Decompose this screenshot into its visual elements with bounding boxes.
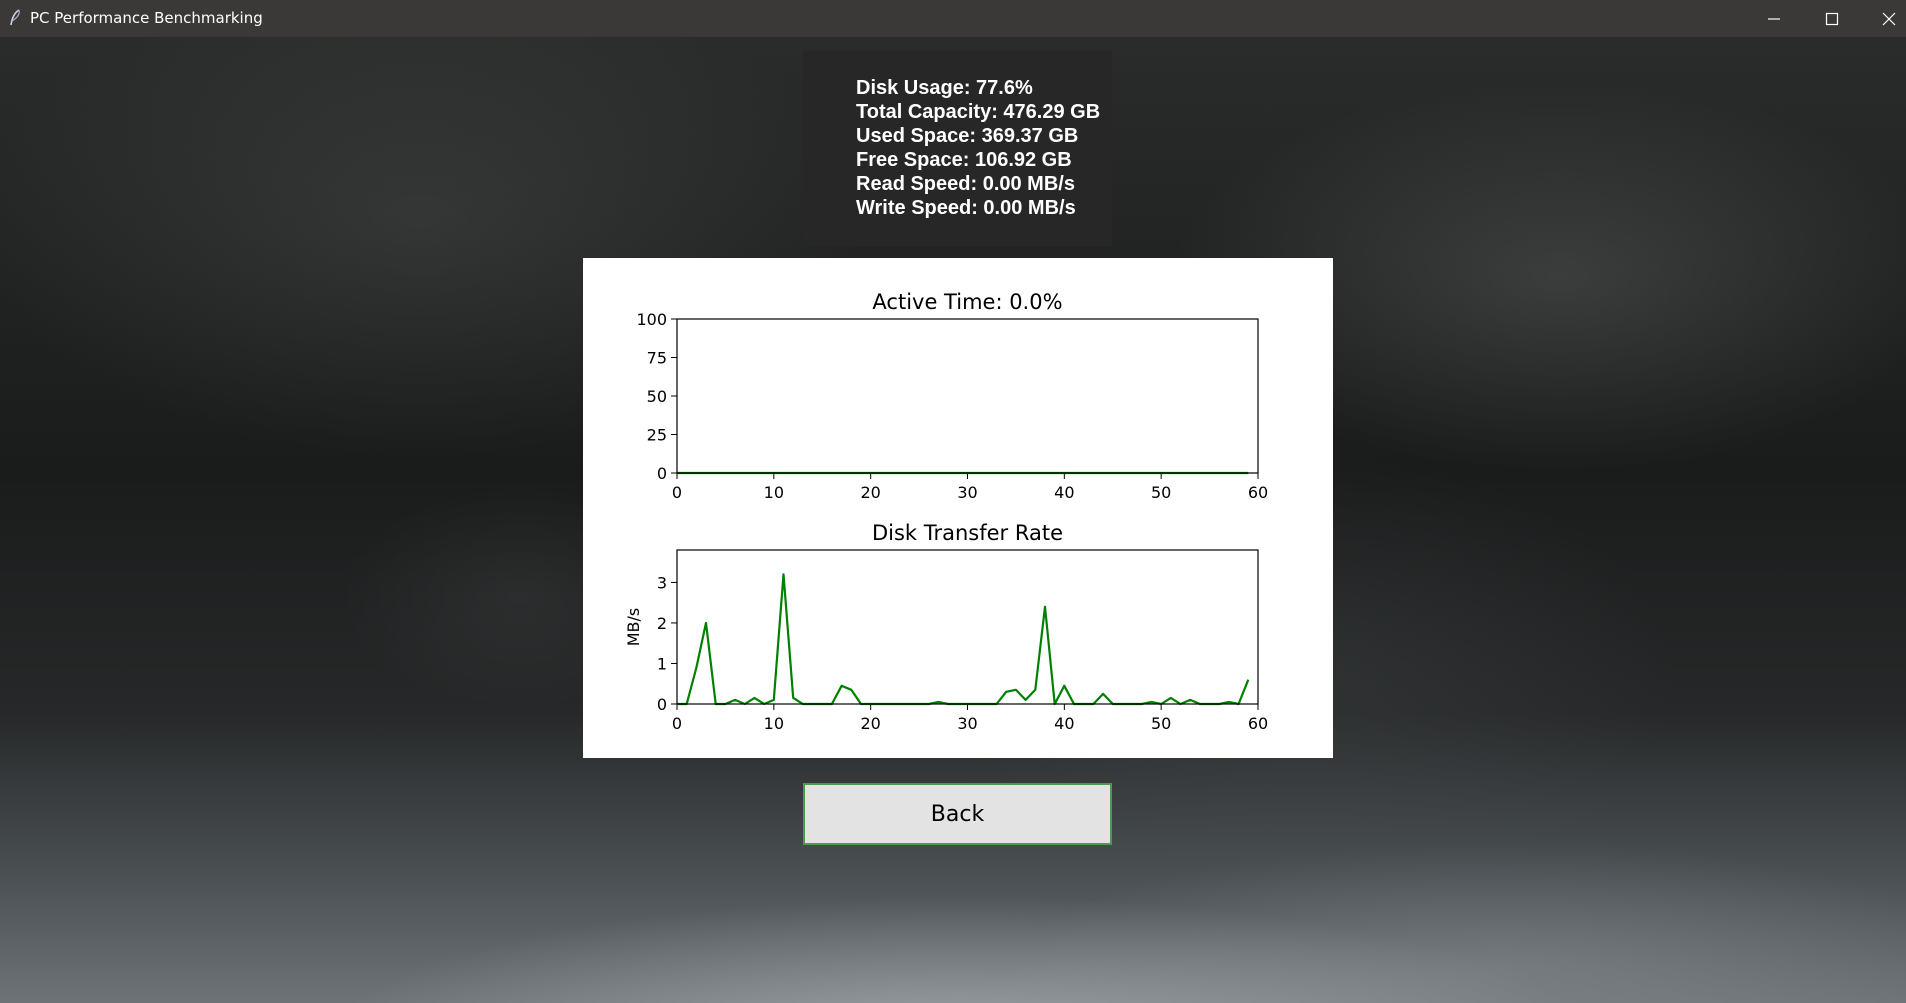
close-button[interactable]: [1860, 0, 1906, 37]
active-time-x-tick-label: 20: [860, 483, 880, 502]
minimize-button[interactable]: [1745, 0, 1803, 37]
active-time-y-tick-label: 25: [647, 426, 667, 445]
feather-icon: [10, 9, 20, 26]
active-time-chart-title: Active Time: 0.0%: [872, 290, 1062, 314]
active-time-y-tick-label: 0: [657, 464, 667, 483]
read-speed-text: Read Speed: 0.00 MB/s: [856, 173, 1075, 195]
transfer-rate-y-tick-label: 3: [657, 573, 667, 592]
active-time-x-tick-label: 60: [1248, 483, 1268, 502]
used-space-text: Used Space: 369.37 GB: [856, 125, 1079, 147]
active-time-plot-frame: [676, 318, 1259, 474]
transfer-rate-y-tick-label: 0: [657, 695, 667, 714]
back-button[interactable]: Back: [803, 783, 1112, 845]
close-icon: [1882, 12, 1896, 25]
active-time-y-tick-label: 100: [636, 310, 667, 329]
transfer-rate-x-tick-label: 40: [1054, 714, 1074, 733]
transfer-rate-y-tick-label: 1: [657, 654, 667, 673]
transfer-rate-x-tick-label: 10: [764, 714, 784, 733]
transfer-rate-y-tick-label: 2: [657, 614, 667, 633]
minimize-icon: [1768, 17, 1780, 20]
charts-panel: Active Time: 0.0% 0 10 20 30 40 50 60 0 25 50 75 100…: [583, 258, 1333, 758]
transfer-rate-plot-frame: [676, 549, 1259, 705]
write-speed-text: Write Speed: 0.00 MB/s: [856, 197, 1076, 219]
maximize-button[interactable]: [1803, 0, 1861, 37]
active-time-x-tick-label: 0: [672, 483, 682, 502]
transfer-rate-y-axis-label: MB/s: [624, 608, 643, 647]
window-title: PC Performance Benchmarking: [30, 9, 263, 27]
disk-info-panel: Disk Usage: 77.6% Total Capacity: 476.29…: [803, 51, 1112, 246]
active-time-y-tick-label: 50: [647, 387, 667, 406]
title-bar[interactable]: PC Performance Benchmarking: [0, 0, 1906, 37]
disk-usage-text: Disk Usage: 77.6%: [856, 77, 1033, 99]
transfer-rate-x-tick-label: 0: [672, 714, 682, 733]
transfer-rate-x-tick-label: 20: [860, 714, 880, 733]
charts-figure: Active Time: 0.0%0 10 20 30 40 50 600255075100…: [624, 290, 1268, 733]
transfer-rate-x-tick-label: 60: [1248, 714, 1268, 733]
active-time-y-tick-label: 75: [647, 349, 667, 368]
free-space-text: Free Space: 106.92 GB: [856, 149, 1072, 171]
active-time-x-tick-label: 10: [764, 483, 784, 502]
active-time-x-tick-label: 30: [957, 483, 977, 502]
total-capacity-text: Total Capacity: 476.29 GB: [856, 101, 1101, 123]
transfer-rate-x-tick-label: 50: [1151, 714, 1171, 733]
active-time-x-tick-label: 40: [1054, 483, 1074, 502]
app-window: PC Performance Benchmarking Disk Usage: …: [0, 0, 1906, 1003]
maximize-icon: [1825, 12, 1839, 25]
transfer-rate-x-tick-label: 30: [957, 714, 977, 733]
transfer-rate-series-line: [677, 573, 1250, 706]
active-time-x-tick-label: 50: [1151, 483, 1171, 502]
transfer-rate-chart-title: Disk Transfer Rate: [872, 521, 1063, 545]
